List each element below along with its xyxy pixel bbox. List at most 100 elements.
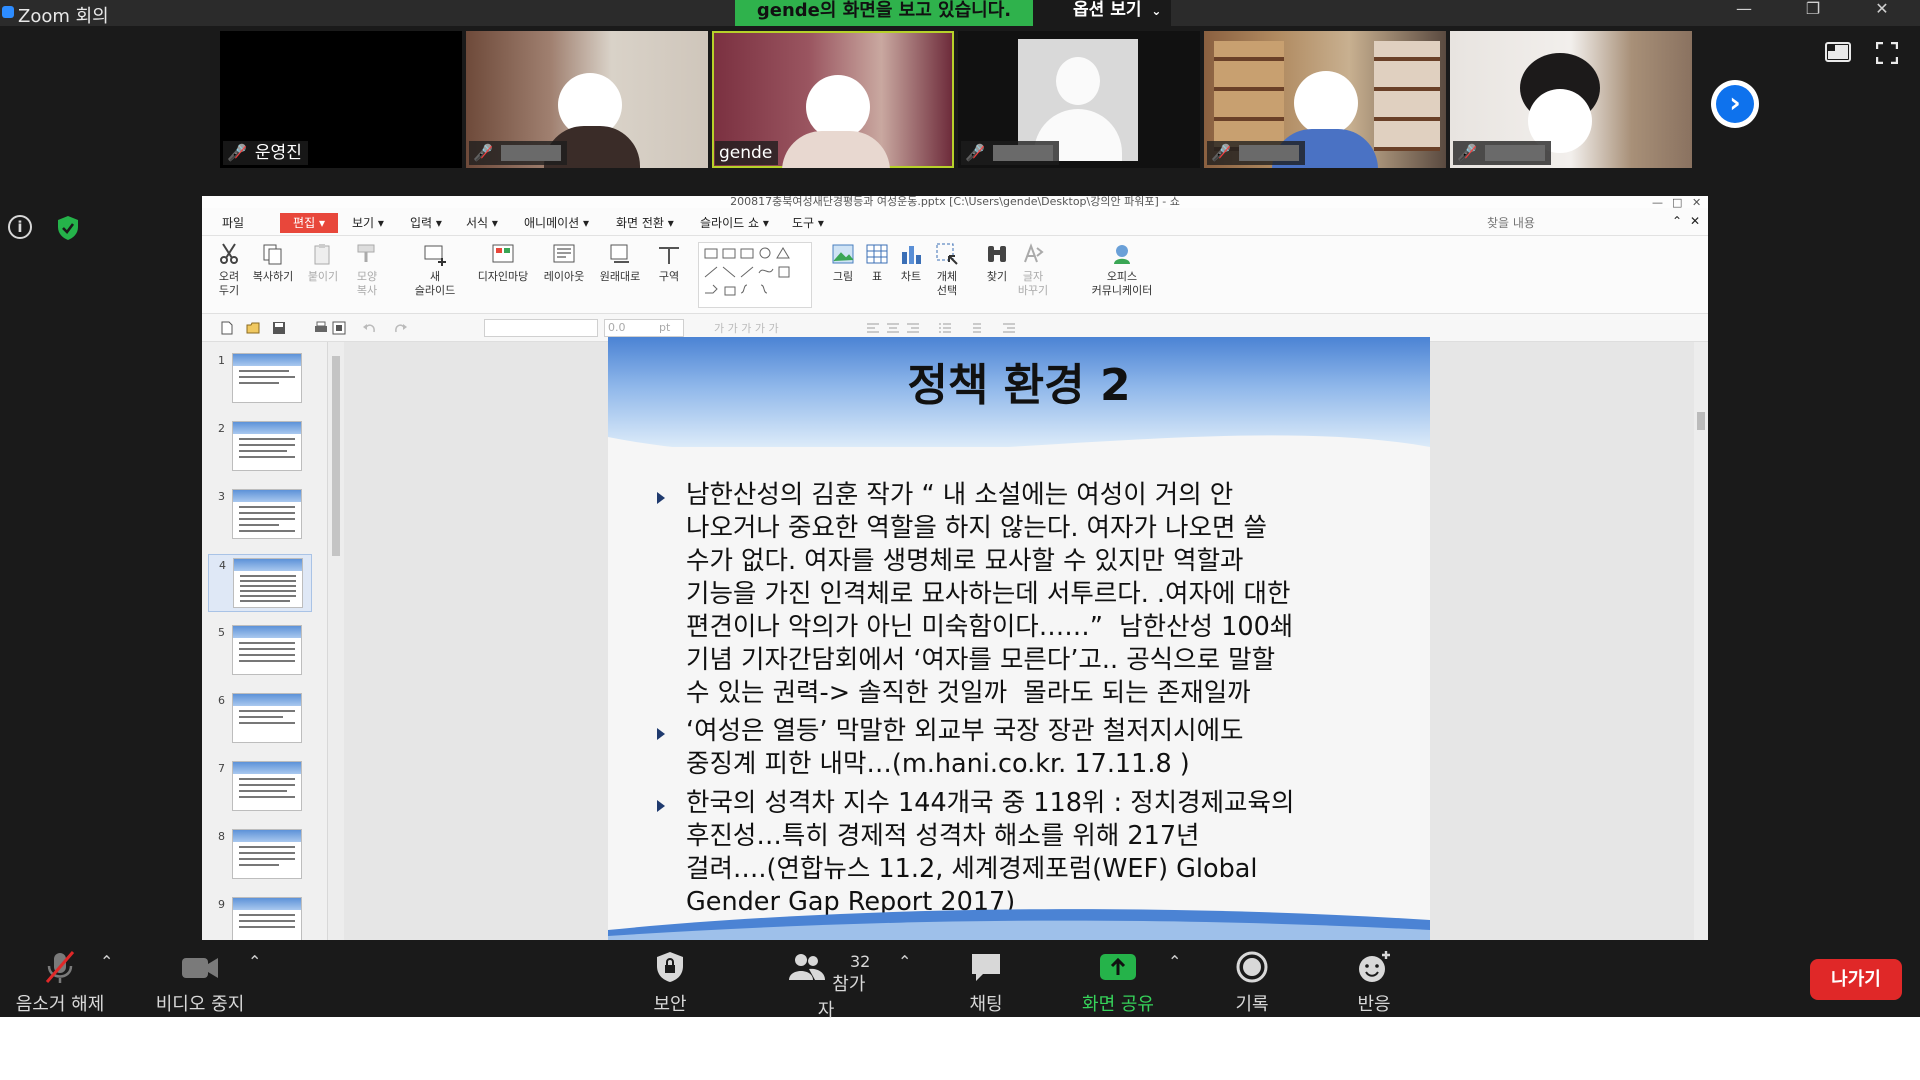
reset-button[interactable]: 원래대로 bbox=[594, 240, 646, 312]
doc-close-icon[interactable]: ✕ bbox=[1690, 214, 1700, 228]
slide-thumbnail[interactable]: 5 bbox=[208, 622, 312, 680]
new-file-icon[interactable] bbox=[220, 321, 234, 335]
paste-button[interactable]: 붙이기 bbox=[300, 240, 346, 312]
view-options-button[interactable]: 옵션 보기 ⌄ bbox=[1033, 0, 1171, 26]
mic-muted-icon: 🎤̸ bbox=[473, 143, 493, 162]
participant-tile-active-speaker[interactable]: gende bbox=[712, 31, 954, 168]
replace-button[interactable]: 글자 바꾸기 bbox=[1010, 240, 1056, 312]
slide-thumbnail[interactable]: 8 bbox=[208, 826, 312, 884]
participant-tile[interactable]: 🎤̸ bbox=[1204, 31, 1446, 168]
slide-thumbnail[interactable]: 6 bbox=[208, 690, 312, 748]
slide-thumbnail[interactable]: 2 bbox=[208, 418, 312, 476]
design-icon bbox=[492, 244, 514, 263]
participant-tile[interactable]: 🎤̸ bbox=[1450, 31, 1692, 168]
video-options-chevron[interactable]: ⌃ bbox=[248, 952, 261, 971]
format-painter-button[interactable]: 모양 복사 bbox=[344, 240, 390, 312]
reactions-button[interactable]: 반응 bbox=[1334, 950, 1414, 1016]
security-button[interactable]: 보안 bbox=[630, 950, 710, 1016]
redo-icon[interactable] bbox=[394, 321, 408, 335]
document-title: 200817충북여성새단경평등과 여성운동.pptx [C:\Users\gen… bbox=[202, 196, 1708, 208]
blurred-face bbox=[1294, 71, 1358, 135]
share-options-chevron[interactable]: ⌃ bbox=[1168, 952, 1181, 971]
thumbnail-scrollbar[interactable] bbox=[328, 342, 344, 966]
slide-thumbnail[interactable]: 7 bbox=[208, 758, 312, 816]
participants-button[interactable]: 32 참가자 bbox=[786, 950, 870, 1022]
share-screen-label: 화면 공유 bbox=[1082, 994, 1154, 1015]
align-center-icon[interactable] bbox=[886, 321, 900, 335]
scrollbar-thumb[interactable] bbox=[1697, 412, 1705, 430]
section-button[interactable]: 구역 bbox=[646, 240, 692, 312]
menu-format[interactable]: 서식 ▾ bbox=[466, 214, 498, 231]
leave-meeting-button[interactable]: 나가기 bbox=[1810, 959, 1902, 1000]
encryption-shield-icon[interactable] bbox=[56, 215, 80, 241]
print-icon[interactable] bbox=[314, 321, 328, 335]
find-label: 찾기 bbox=[986, 270, 1008, 283]
replace-label: 글자 바꾸기 bbox=[1017, 270, 1049, 297]
slide-scrollbar[interactable] bbox=[1694, 342, 1708, 966]
shape-gallery[interactable] bbox=[698, 242, 812, 308]
participant-name-tag: 🎤̸ bbox=[469, 141, 567, 165]
print-preview-icon[interactable] bbox=[332, 321, 346, 335]
design-gallery-button[interactable]: 디자인마당 bbox=[472, 240, 534, 312]
share-screen-button[interactable]: 화면 공유 bbox=[1068, 950, 1168, 1016]
font-name-select[interactable] bbox=[484, 319, 598, 337]
font-size-input[interactable]: 0.0 pt bbox=[604, 319, 684, 337]
slide-thumbnail[interactable]: 3 bbox=[208, 486, 312, 544]
menu-slideshow[interactable]: 슬라이드 쇼 ▾ bbox=[700, 214, 769, 231]
menu-edit[interactable]: 편집 ▾ bbox=[280, 213, 338, 233]
participant-tile[interactable]: 🎤̸ bbox=[466, 31, 708, 168]
meeting-info-icon[interactable]: i bbox=[8, 215, 32, 239]
participant-count: 32 bbox=[850, 952, 871, 971]
stop-video-button[interactable]: 비디오 중지 bbox=[148, 950, 252, 1016]
minimize-button[interactable]: — bbox=[1720, 0, 1768, 22]
menu-transition[interactable]: 화면 전환 ▾ bbox=[616, 214, 674, 231]
indent-icon[interactable] bbox=[1002, 321, 1016, 335]
align-right-icon[interactable] bbox=[906, 321, 920, 335]
record-button[interactable]: 기록 bbox=[1212, 950, 1292, 1016]
new-slide-button[interactable]: 새 슬라이드 bbox=[408, 240, 462, 312]
audio-options-chevron[interactable]: ⌃ bbox=[100, 952, 113, 971]
search-input[interactable] bbox=[1487, 214, 1663, 232]
bullet-list-icon[interactable] bbox=[938, 321, 952, 335]
participant-name bbox=[500, 145, 561, 161]
slide-thumbnail-selected[interactable]: 4 bbox=[208, 554, 312, 612]
chat-button[interactable]: 채팅 bbox=[946, 950, 1026, 1016]
menu-file[interactable]: 파일 bbox=[222, 214, 244, 231]
numbered-list-icon[interactable] bbox=[968, 321, 982, 335]
office-communicator-button[interactable]: 오피스 커뮤니케이터 bbox=[1082, 240, 1162, 312]
unmute-button[interactable]: 음소거 해제 bbox=[8, 950, 112, 1016]
close-button[interactable]: ✕ bbox=[1858, 0, 1906, 22]
menu-tools[interactable]: 도구 ▾ bbox=[792, 214, 824, 231]
slide-preview bbox=[232, 761, 302, 811]
copy-button[interactable]: 복사하기 bbox=[246, 240, 300, 312]
align-left-icon[interactable] bbox=[866, 321, 880, 335]
binoculars-icon bbox=[988, 246, 1006, 262]
save-icon[interactable] bbox=[272, 321, 286, 335]
ribbon-collapse-icon[interactable]: ⌃ bbox=[1672, 214, 1682, 228]
open-folder-icon[interactable] bbox=[246, 321, 260, 335]
undo-icon[interactable] bbox=[362, 321, 376, 335]
menu-view[interactable]: 보기 ▾ bbox=[352, 214, 384, 231]
replace-icon bbox=[1024, 243, 1044, 263]
menu-animation[interactable]: 애니메이션 ▾ bbox=[524, 214, 589, 231]
participant-tile[interactable]: 🎤̸ 운영진 bbox=[220, 31, 462, 168]
restore-button[interactable]: ❐ bbox=[1789, 0, 1837, 22]
menu-insert[interactable]: 입력 ▾ bbox=[410, 214, 442, 231]
slide-number: 4 bbox=[219, 559, 226, 572]
participant-name bbox=[1484, 145, 1545, 161]
fullscreen-icon[interactable] bbox=[1876, 42, 1898, 64]
gallery-view-icon[interactable] bbox=[1825, 42, 1851, 62]
slide-thumbnail[interactable]: 1 bbox=[208, 350, 312, 408]
bookshelf bbox=[1214, 41, 1284, 151]
next-page-button[interactable]: › bbox=[1711, 80, 1759, 128]
video-camera-icon bbox=[182, 958, 218, 978]
object-select-button[interactable]: 개체 선택 bbox=[924, 240, 970, 312]
layout-button[interactable]: 레이아웃 bbox=[536, 240, 592, 312]
current-slide[interactable]: 정책 환경 2 남한산성의 김훈 작가 “ 내 소설에는 여성이 거의 안 나오… bbox=[608, 337, 1430, 940]
title-bar: Zoom 회의 gende의 화면을 보고 있습니다. 옵션 보기 ⌄ — ❐ … bbox=[0, 0, 1920, 27]
new-slide-label: 새 슬라이드 bbox=[414, 270, 456, 297]
participants-options-chevron[interactable]: ⌃ bbox=[898, 952, 911, 971]
participant-tile[interactable]: 🎤̸ bbox=[958, 31, 1200, 168]
scrollbar-thumb[interactable] bbox=[332, 356, 340, 556]
text-format-icons[interactable]: 가 가 가 가 가 bbox=[712, 321, 812, 335]
